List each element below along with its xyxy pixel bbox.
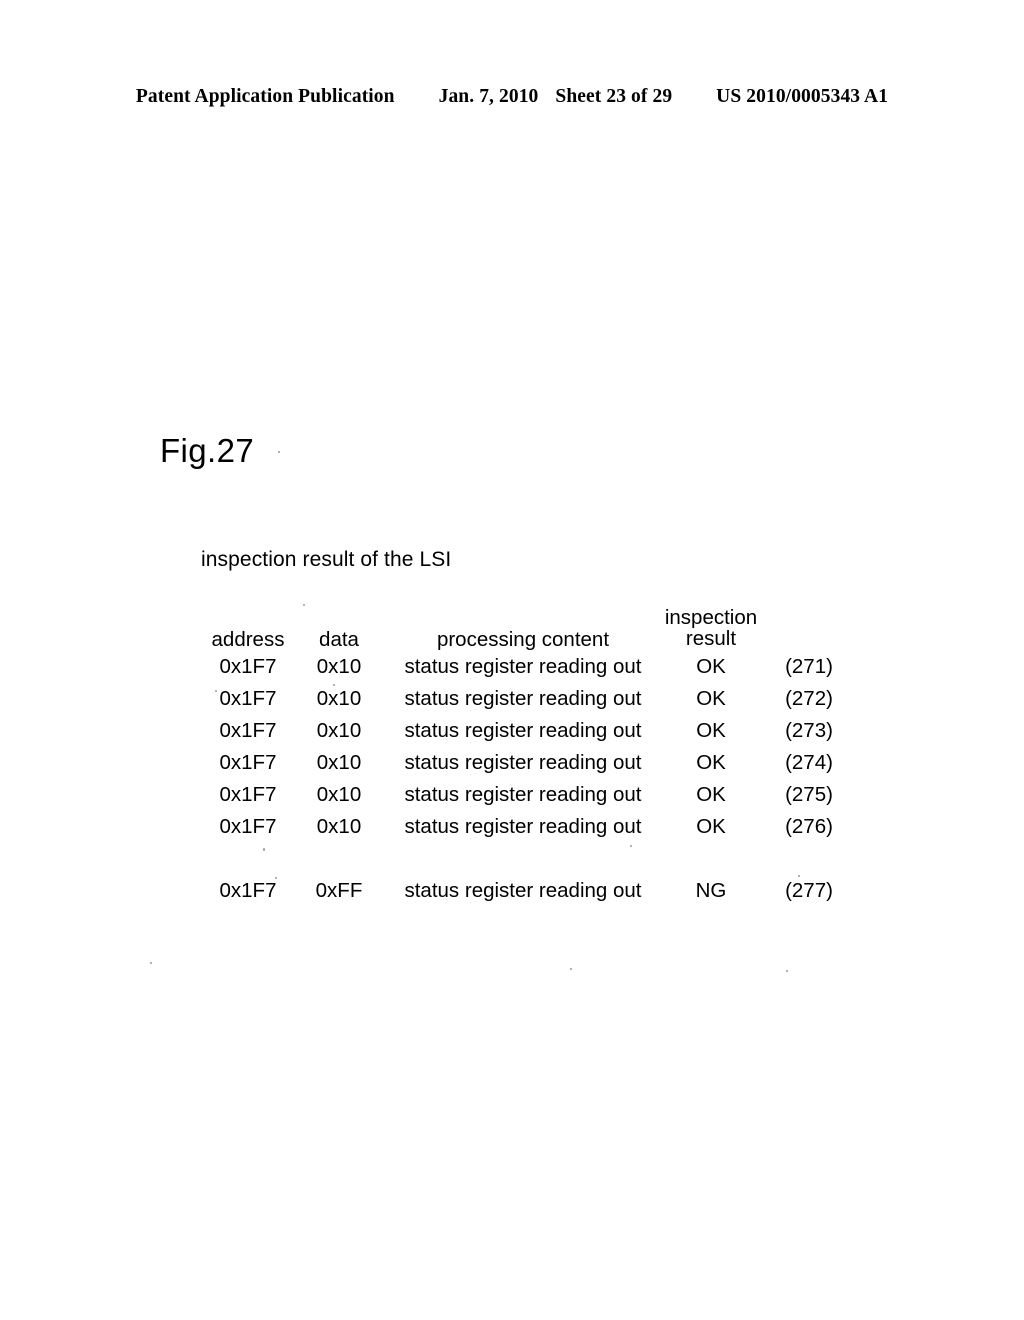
scan-speckle [150, 962, 152, 964]
column-header-reference [758, 598, 860, 651]
column-header-address: address [211, 627, 285, 651]
cell-address: 0x1F7 [219, 655, 277, 678]
cell-data: 0x10 [316, 719, 362, 742]
table-header: address data processing content inspecti… [200, 598, 860, 651]
cell-inspection-result: OK [696, 751, 726, 774]
scan-speckle [278, 451, 280, 453]
cell-processing-content: status register reading out [404, 687, 642, 710]
cell-data: 0x10 [316, 655, 362, 678]
cell-data: 0xFF [315, 879, 363, 902]
table-header-row: address data processing content inspecti… [200, 598, 860, 651]
cell-processing-content: status register reading out [404, 783, 642, 806]
cell-address: 0x1F7 [219, 783, 277, 806]
inspection-result-table: address data processing content inspecti… [200, 598, 860, 907]
figure-label: Fig.27 [160, 432, 255, 469]
cell-inspection-result: NG [695, 879, 727, 902]
cell-processing-content: status register reading out [404, 655, 642, 678]
cell-reference: (275) [785, 783, 833, 806]
cell-address: 0x1F7 [219, 815, 277, 838]
cell-address: 0x1F7 [219, 719, 277, 742]
cell-inspection-result: OK [696, 687, 726, 710]
cell-inspection-result: OK [696, 655, 726, 678]
column-header-inspection-result-line1: inspection [664, 605, 758, 629]
cell-data: 0x10 [316, 687, 362, 710]
table-row: 0x1F7 0x10 status register reading out O… [200, 779, 860, 811]
figure-caption: inspection result of the LSI [201, 548, 452, 571]
cell-inspection-result: OK [696, 719, 726, 742]
cell-processing-content: status register reading out [404, 719, 642, 742]
column-header-data: data [319, 627, 359, 651]
scan-speckle [570, 968, 572, 970]
table-row: 0x1F7 0x10 status register reading out O… [200, 715, 860, 747]
cell-processing-content: status register reading out [404, 879, 642, 902]
page-header: Patent Application Publication Jan. 7, 2… [0, 86, 1024, 108]
scan-speckle [786, 970, 788, 972]
table-row: 0x1F7 0x10 status register reading out O… [200, 747, 860, 779]
table-row: 0x1F7 0x10 status register reading out O… [200, 651, 860, 683]
cell-reference: (277) [785, 879, 833, 902]
header-sheet-number: Sheet 23 of 29 [555, 86, 673, 107]
cell-data: 0x10 [316, 783, 362, 806]
spacer-cell [758, 843, 860, 875]
header-publication-date: Jan. 7, 2010 [438, 86, 539, 107]
table-row-final: 0x1F7 0xFF status register reading out N… [200, 875, 860, 907]
spacer-cell [200, 843, 296, 875]
cell-inspection-result: OK [696, 783, 726, 806]
cell-reference: (273) [785, 719, 833, 742]
spacer-cell [382, 843, 664, 875]
cell-reference: (276) [785, 815, 833, 838]
table-row: 0x1F7 0x10 status register reading out O… [200, 683, 860, 715]
cell-address: 0x1F7 [219, 879, 277, 902]
cell-address: 0x1F7 [219, 687, 277, 710]
column-header-processing-content: processing content [436, 627, 610, 651]
column-header-inspection-result: inspection result [664, 598, 758, 651]
table-body: 0x1F7 0x10 status register reading out O… [200, 651, 860, 907]
cell-reference: (271) [785, 655, 833, 678]
spacer-cell [664, 843, 758, 875]
table-spacer-row [200, 843, 860, 875]
cell-inspection-result: OK [696, 815, 726, 838]
cell-processing-content: status register reading out [404, 751, 642, 774]
cell-data: 0x10 [316, 815, 362, 838]
cell-processing-content: status register reading out [404, 815, 642, 838]
cell-data: 0x10 [316, 751, 362, 774]
spacer-cell [296, 843, 382, 875]
cell-reference: (272) [785, 687, 833, 710]
cell-address: 0x1F7 [219, 751, 277, 774]
inspection-result-table-container: address data processing content inspecti… [200, 598, 860, 907]
header-document-number: US 2010/0005343 A1 [716, 86, 889, 107]
column-header-inspection-result-line2: result [685, 627, 737, 651]
table-row: 0x1F7 0x10 status register reading out O… [200, 811, 860, 843]
cell-reference: (274) [785, 751, 833, 774]
header-publication-label: Patent Application Publication [135, 86, 395, 107]
